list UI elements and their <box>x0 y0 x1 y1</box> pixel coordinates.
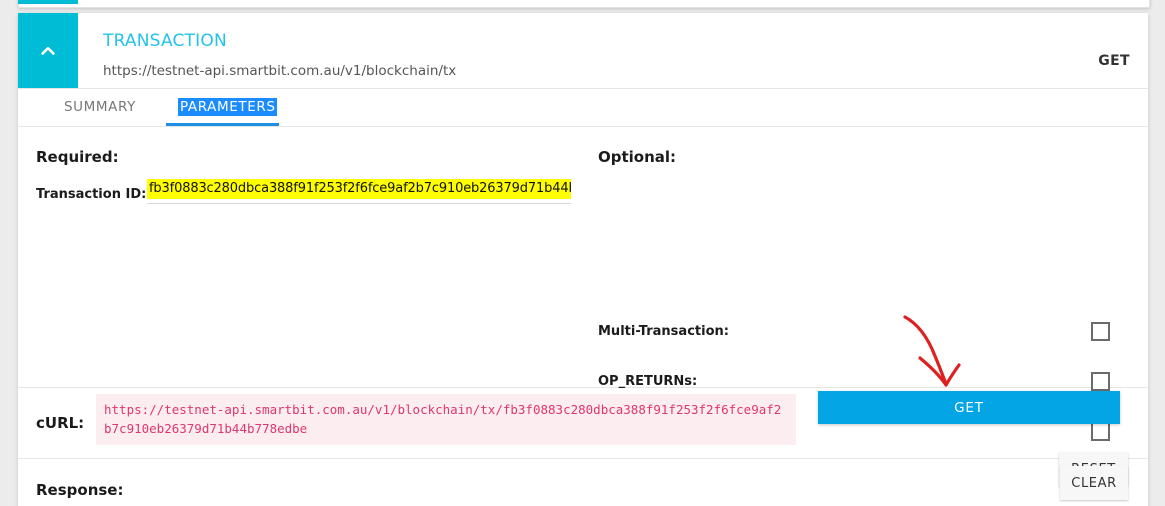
transaction-id-input[interactable] <box>147 179 571 199</box>
multi-transaction-label: Multi-Transaction: <box>598 324 729 339</box>
http-method-label: GET <box>1098 53 1130 69</box>
endpoint-tabs: SUMMARY PARAMETERS <box>18 89 1148 126</box>
curl-label: cURL: <box>36 414 85 432</box>
endpoint-header: TRANSACTION https://testnet-api.smartbit… <box>18 13 1148 88</box>
previous-endpoint-collapse-tab[interactable] <box>18 0 78 4</box>
optional-heading: Optional: <box>598 148 677 166</box>
transaction-endpoint-card: TRANSACTION https://testnet-api.smartbit… <box>18 13 1148 506</box>
response-label: Response: <box>36 481 124 499</box>
chevron-up-icon <box>41 46 55 55</box>
multi-transaction-checkbox[interactable] <box>1091 322 1110 341</box>
tab-summary[interactable]: SUMMARY <box>62 98 138 116</box>
collapse-toggle-button[interactable] <box>18 13 78 88</box>
endpoint-title: TRANSACTION <box>103 31 227 51</box>
transaction-id-field-wrap <box>147 179 571 204</box>
endpoint-url: https://testnet-api.smartbit.com.au/v1/b… <box>103 63 457 79</box>
clear-response-button[interactable]: CLEAR <box>1060 466 1128 500</box>
curl-command-text: https://testnet-api.smartbit.com.au/v1/b… <box>96 394 796 445</box>
active-tab-indicator <box>166 123 279 126</box>
optional-row-multi-transaction: Multi-Transaction: <box>598 322 1110 344</box>
page-root: TRANSACTION https://testnet-api.smartbit… <box>0 0 1165 506</box>
required-heading: Required: <box>36 148 119 166</box>
transaction-id-label: Transaction ID: <box>36 187 147 202</box>
endpoint-header-text: TRANSACTION https://testnet-api.smartbit… <box>103 13 1148 88</box>
previous-endpoint-card <box>18 0 1150 8</box>
tab-parameters[interactable]: PARAMETERS <box>178 98 278 116</box>
parameters-panel: Required: Optional: Transaction ID: Mult… <box>18 127 1148 486</box>
curl-section: cURL: https://testnet-api.smartbit.com.a… <box>18 388 1148 458</box>
op-returns-label: OP_RETURNs: <box>598 374 698 389</box>
submit-get-button[interactable]: GET <box>818 391 1120 424</box>
response-section: Response: CLEAR <box>18 459 1148 506</box>
